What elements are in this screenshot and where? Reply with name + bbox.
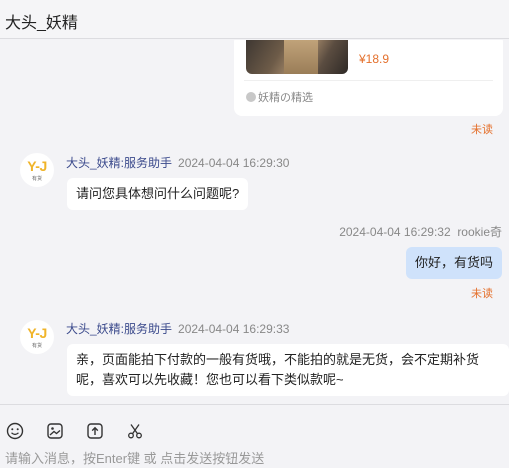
shop-name: 妖精の精选 bbox=[258, 92, 313, 104]
message-time: 2024-04-04 16:29:32 bbox=[339, 225, 451, 239]
message-bubble: 亲，页面能拍下付款的一般有货哦，不能拍的就是无货，会不定期补货呢，喜欢可以先收藏… bbox=[67, 344, 509, 396]
avatar-logo-text: Y-J bbox=[27, 158, 47, 174]
avatar-logo-subtext: 有货 bbox=[31, 343, 42, 349]
avatar-logo-subtext: 有货 bbox=[31, 176, 42, 182]
scissors-icon[interactable] bbox=[125, 421, 145, 441]
chat-title: 大头_妖精 bbox=[5, 15, 78, 32]
product-price: ¥18.9 bbox=[359, 52, 390, 66]
emoji-icon[interactable] bbox=[5, 421, 25, 441]
message-list[interactable]: ¥18.9 妖精の精选 未读 Y-J 有货 大头_妖精:服务助手 2024-04-… bbox=[0, 40, 509, 404]
shop-icon bbox=[246, 92, 256, 102]
sender-name: 大头_妖精:服务助手 bbox=[66, 322, 173, 336]
composer bbox=[0, 404, 509, 468]
sender-name: 大头_妖精:服务助手 bbox=[66, 156, 173, 170]
divider bbox=[244, 80, 493, 81]
product-image[interactable] bbox=[246, 40, 348, 74]
message-time: 2024-04-04 16:29:33 bbox=[178, 322, 290, 336]
sender-name: rookie奇 bbox=[457, 225, 502, 239]
message-bubble: 请问您具体想问什么问题呢? bbox=[67, 178, 249, 210]
avatar[interactable]: Y-J 有货 bbox=[20, 320, 54, 354]
product-shop[interactable]: 妖精の精选 bbox=[246, 89, 313, 105]
message-bubble-mine: 你好，有货吗 bbox=[405, 247, 502, 279]
message-time: 2024-04-04 16:29:30 bbox=[178, 156, 290, 170]
avatar-logo-text: Y-J bbox=[27, 325, 47, 341]
avatar[interactable]: Y-J 有货 bbox=[20, 153, 54, 187]
message-meta: 大头_妖精:服务助手 2024-04-04 16:29:30 bbox=[66, 154, 289, 171]
upload-icon[interactable] bbox=[85, 421, 105, 441]
message-meta: 2024-04-04 16:29:32 rookie奇 bbox=[339, 223, 502, 240]
message-input[interactable] bbox=[5, 448, 500, 468]
message-meta: 大头_妖精:服务助手 2024-04-04 16:29:33 bbox=[66, 320, 289, 337]
product-card[interactable]: ¥18.9 妖精の精选 bbox=[234, 40, 503, 116]
unread-status: 未读 bbox=[471, 124, 493, 136]
image-icon[interactable] bbox=[45, 421, 65, 441]
chat-header: 大头_妖精 bbox=[0, 0, 509, 39]
unread-status: 未读 bbox=[471, 288, 493, 300]
